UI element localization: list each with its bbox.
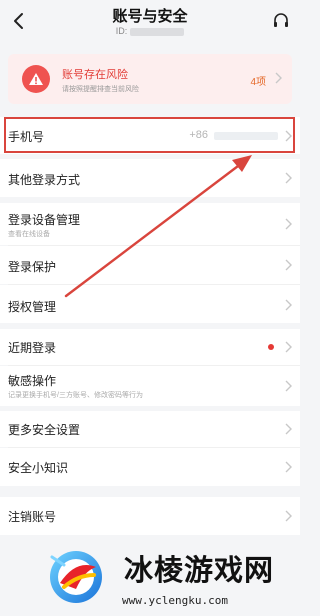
- watermark-text: 冰棱游戏网: [124, 553, 275, 587]
- watermark-url: www.yclengku.com: [122, 594, 228, 607]
- watermark-logo: [50, 551, 102, 603]
- annotation-arrow: [64, 155, 252, 298]
